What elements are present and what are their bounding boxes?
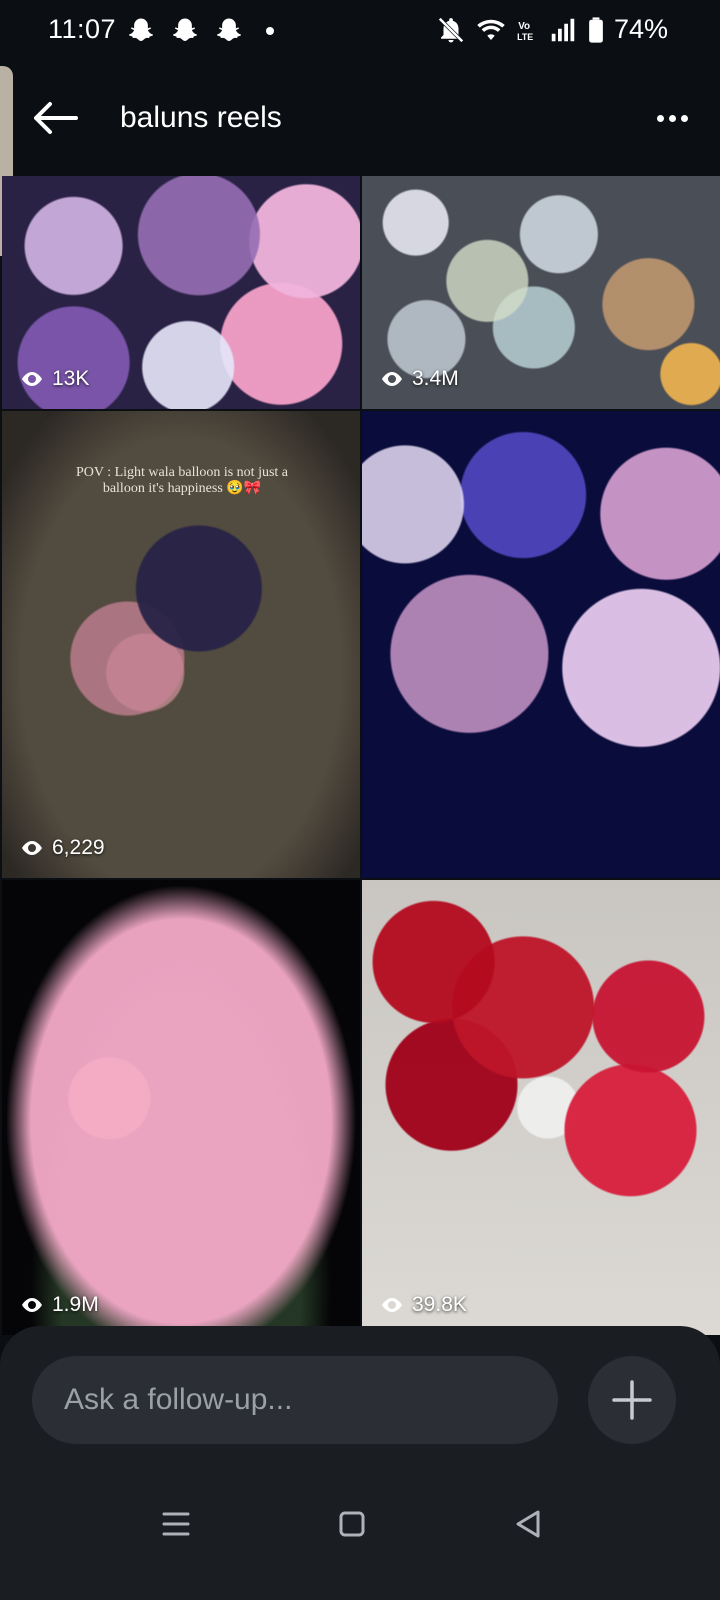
battery-percentage: 74% [613, 14, 668, 44]
eye-icon [382, 372, 402, 386]
home-icon [339, 1511, 365, 1537]
reel-thumbnail[interactable]: 39.8K [362, 880, 720, 1335]
snapchat-icon [173, 18, 197, 41]
reel-thumbnail[interactable]: 13K [2, 176, 360, 409]
view-count-text: 13K [52, 367, 90, 390]
view-count-text: 6,229 [52, 836, 105, 859]
view-count-text: 1.9M [52, 1293, 99, 1316]
svg-text:LTE: LTE [517, 31, 533, 41]
back-icon [516, 1510, 540, 1538]
header: baluns reels [0, 86, 720, 156]
wifi-icon [477, 19, 505, 40]
eye-icon [22, 1298, 42, 1312]
reel-thumbnail[interactable]: 1.9M [2, 880, 360, 1335]
view-count: 1.9M [20, 1293, 99, 1317]
signal-icon [551, 18, 575, 41]
plus-icon [612, 1380, 652, 1420]
view-count-text: 3.4M [412, 367, 459, 390]
system-navigation-bar [0, 1488, 720, 1558]
snapchat-icon [129, 18, 153, 41]
more-dot [668, 114, 676, 122]
notification-icons [126, 16, 274, 46]
reel-thumbnail[interactable]: POV : Light wala balloon is not just a b… [2, 411, 360, 878]
reel-caption: POV : Light wala balloon is not just a b… [75, 465, 289, 496]
svg-text:Vo: Vo [518, 20, 530, 31]
recents-button[interactable] [152, 1502, 200, 1546]
eye-icon [382, 1298, 402, 1312]
battery-icon [589, 16, 603, 43]
arrow-left-icon [34, 102, 78, 134]
page-title: baluns reels [120, 101, 282, 134]
home-button[interactable] [328, 1502, 376, 1546]
recents-icon [162, 1512, 190, 1536]
clock: 11:07 [48, 14, 117, 44]
snapchat-icon [217, 18, 241, 41]
more-dot [680, 114, 688, 122]
view-count: 39.8K [380, 1293, 467, 1317]
view-count: 6,229 [20, 836, 105, 860]
view-count-text: 39.8K [412, 1293, 467, 1316]
status-bar: 11:07 Vo LTE 74% [0, 0, 720, 64]
volte-icon: VoLTE [517, 20, 533, 41]
eye-icon [22, 841, 42, 855]
view-count: 13K [20, 367, 89, 391]
follow-up-sheet [0, 1326, 720, 1600]
more-notifications-dot [266, 27, 274, 35]
system-icons: Vo LTE 74% [436, 14, 668, 45]
add-button[interactable] [588, 1356, 676, 1444]
view-count: 3.4M [380, 367, 459, 391]
back-nav-button[interactable] [504, 1502, 552, 1546]
mute-icon [438, 16, 464, 43]
back-button[interactable] [28, 94, 82, 142]
reel-thumbnail[interactable] [362, 411, 720, 878]
more-horizontal-icon [656, 114, 664, 122]
more-options-button[interactable] [646, 94, 698, 142]
reel-thumbnail[interactable]: 3.4M [362, 176, 720, 409]
eye-icon [22, 372, 42, 386]
follow-up-input[interactable] [32, 1356, 558, 1444]
